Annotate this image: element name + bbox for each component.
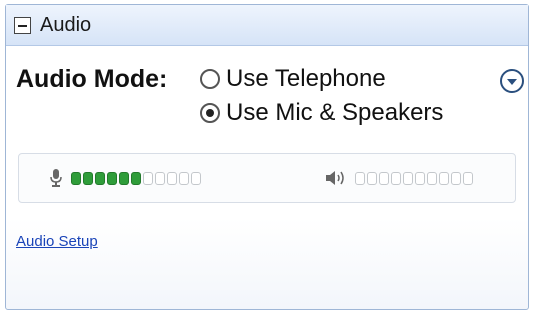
radio-button-mic-speakers[interactable] [200, 103, 220, 123]
speaker-level-segment [367, 171, 377, 185]
chevron-down-icon [507, 79, 517, 85]
mic-level-segment [179, 171, 189, 185]
speaker-level-segment [439, 171, 449, 185]
microphone-icon [50, 169, 62, 187]
mic-level-segment [71, 171, 81, 185]
speaker-level-segment [415, 171, 425, 185]
mic-level-segment [155, 171, 165, 185]
speaker-level-segment [355, 171, 365, 185]
mic-level-meter [49, 168, 203, 188]
mic-level-segment [119, 171, 129, 185]
panel-titlebar: Audio [6, 5, 528, 46]
speaker-level-segment [379, 171, 389, 185]
radio-use-mic-speakers[interactable]: Use Mic & Speakers [200, 99, 443, 127]
speaker-level-meter [325, 169, 475, 187]
mic-level-segment [107, 171, 117, 185]
speaker-level-segment [451, 171, 461, 185]
speaker-level-segment [463, 171, 473, 185]
speaker-level-segment [403, 171, 413, 185]
audio-level-meters [18, 153, 516, 203]
mic-level-dots [71, 171, 203, 185]
radio-button-telephone[interactable] [200, 69, 220, 89]
audio-mode-label: Audio Mode: [16, 65, 168, 93]
speaker-level-segment [427, 171, 437, 185]
mic-level-segment [95, 171, 105, 185]
mic-level-segment [131, 171, 141, 185]
audio-setup-link[interactable]: Audio Setup [16, 233, 98, 250]
audio-panel: Audio Audio Mode: Use Telephone Use Mic … [5, 4, 529, 310]
mic-level-segment [191, 171, 201, 185]
speaker-level-segment [391, 171, 401, 185]
mic-level-segment [143, 171, 153, 185]
radio-label-telephone: Use Telephone [226, 65, 386, 92]
collapse-button[interactable] [14, 16, 31, 34]
mic-level-segment [83, 171, 93, 185]
panel-title: Audio [40, 13, 92, 36]
radio-use-telephone[interactable]: Use Telephone [200, 65, 386, 93]
options-dropdown-button[interactable] [500, 69, 524, 93]
speaker-icon [326, 171, 344, 185]
radio-label-mic-speakers: Use Mic & Speakers [226, 99, 444, 126]
mic-level-segment [167, 171, 177, 185]
speaker-level-dots [355, 171, 475, 185]
